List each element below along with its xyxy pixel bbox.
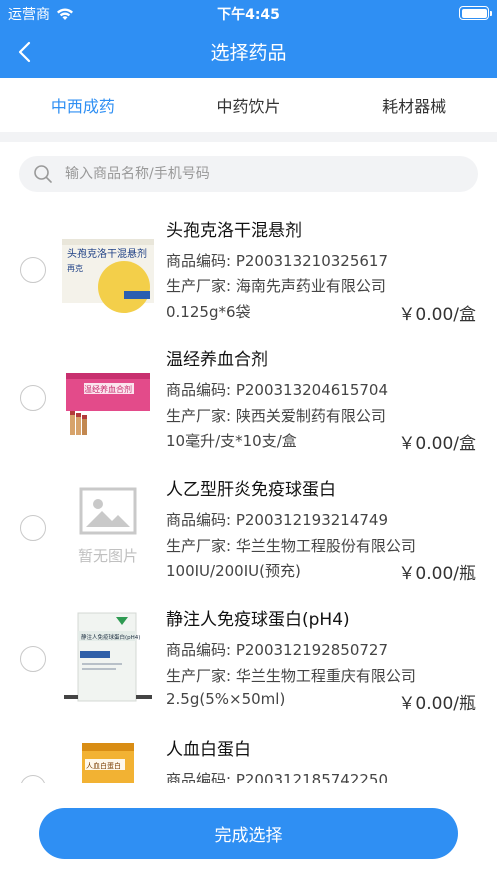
product-item[interactable]: 暂无图片 人乙型肝炎免疫球蛋白 商品编码: P200312193214749 生…: [0, 465, 497, 595]
select-radio[interactable]: [20, 385, 46, 411]
product-image-brand: 再克: [67, 264, 83, 273]
product-image: 暂无图片: [62, 483, 154, 575]
confirm-selection-button[interactable]: 完成选择: [39, 808, 458, 859]
product-code: 商品编码: P200313210325617: [166, 252, 389, 270]
product-code: 商品编码: P200312185742250: [166, 771, 389, 783]
product-image-label: 静注人免疫球蛋白(pH4): [81, 633, 140, 641]
product-name: 人乙型肝炎免疫球蛋白: [166, 480, 336, 500]
product-manufacturer: 生产厂家: 华兰生物工程重庆有限公司: [166, 667, 416, 685]
select-radio[interactable]: [20, 646, 46, 672]
product-price: ￥0.00/盒: [398, 434, 476, 454]
product-code: 商品编码: P200312192850727: [166, 641, 389, 659]
select-radio[interactable]: [20, 775, 46, 783]
product-image: 静注人免疫球蛋白(pH4): [62, 611, 154, 703]
product-item[interactable]: 温经养血合剂 温经养血合剂 商品编码: P200313204615704 生产厂…: [0, 335, 497, 465]
footer-bar: 完成选择: [0, 783, 497, 883]
status-time: 下午4:45: [217, 7, 280, 23]
app-header: 运营商 下午4:45 选择药品: [0, 0, 497, 78]
product-name: 头孢克洛干混悬剂: [166, 221, 302, 241]
search-bar: [19, 156, 478, 192]
product-image: 人血白蛋白: [62, 741, 154, 783]
product-manufacturer: 生产厂家: 陕西关爱制药有限公司: [166, 407, 386, 425]
product-image-label: 温经养血合剂: [84, 384, 132, 394]
product-image: 头孢克洛干混悬剂 再克: [62, 225, 154, 317]
product-manufacturer: 生产厂家: 海南先声药业有限公司: [166, 277, 386, 295]
search-icon: [34, 165, 52, 183]
product-name: 静注人免疫球蛋白(pH4): [166, 610, 350, 630]
product-name: 人血白蛋白: [166, 740, 251, 760]
section-divider: [0, 132, 497, 142]
product-code: 商品编码: P200313204615704: [166, 381, 389, 399]
product-price: ￥0.00/盒: [398, 305, 476, 325]
product-spec: 0.125g*6袋: [166, 303, 251, 321]
battery-icon: [459, 6, 492, 20]
nav-bar: 选择药品: [0, 26, 497, 78]
product-item[interactable]: 静注人免疫球蛋白(pH4) 静注人免疫球蛋白(pH4) 商品编码: P20031…: [0, 595, 497, 725]
tab-herbal-pieces[interactable]: 中药饮片: [166, 78, 332, 132]
product-price: ￥0.00/瓶: [398, 564, 476, 584]
product-list: 头孢克洛干混悬剂 再克 头孢克洛干混悬剂 商品编码: P200313210325…: [0, 205, 497, 783]
select-radio[interactable]: [20, 515, 46, 541]
tab-western-chinese-medicine[interactable]: 中西成药: [0, 78, 166, 132]
product-spec: 2.5g(5%×50ml): [166, 690, 286, 708]
product-image: 温经养血合剂: [62, 353, 154, 445]
no-image-label: 暂无图片: [77, 547, 138, 565]
tab-consumables[interactable]: 耗材器械: [331, 78, 497, 132]
product-item[interactable]: 人血白蛋白 人血白蛋白 商品编码: P200312185742250: [0, 725, 497, 783]
select-radio[interactable]: [20, 257, 46, 283]
product-name: 温经养血合剂: [166, 350, 268, 370]
status-bar: 运营商 下午4:45: [0, 0, 497, 26]
product-spec: 10毫升/支*10支/盒: [166, 432, 297, 450]
battery-level: [461, 8, 487, 18]
product-spec: 100IU/200IU(预充): [166, 562, 301, 580]
search-input[interactable]: [65, 166, 445, 182]
product-code: 商品编码: P200312193214749: [166, 511, 389, 529]
product-image-label: 人血白蛋白: [86, 761, 121, 770]
product-price: ￥0.00/瓶: [398, 694, 476, 714]
product-image-label: 头孢克洛干混悬剂: [67, 247, 147, 260]
page-title: 选择药品: [210, 42, 287, 64]
product-manufacturer: 生产厂家: 华兰生物工程股份有限公司: [166, 537, 416, 555]
category-tabs: 中西成药 中药饮片 耗材器械: [0, 78, 497, 132]
product-item[interactable]: 头孢克洛干混悬剂 再克 头孢克洛干混悬剂 商品编码: P200313210325…: [0, 205, 497, 335]
